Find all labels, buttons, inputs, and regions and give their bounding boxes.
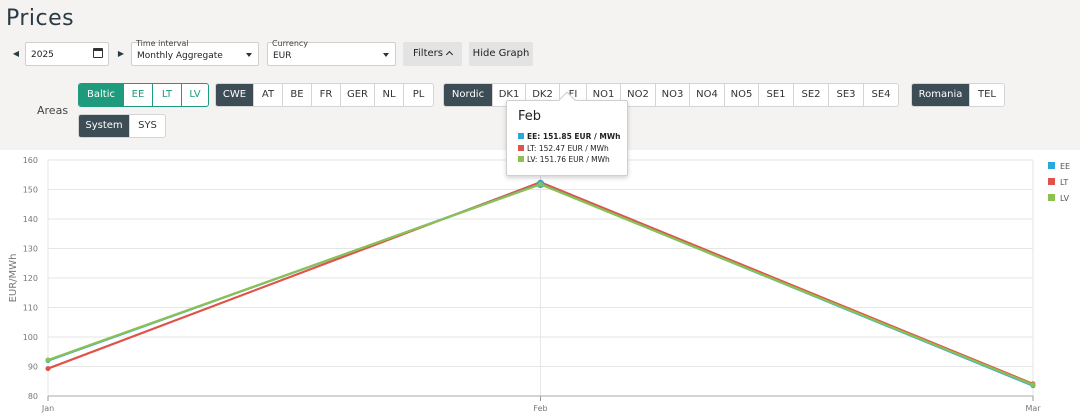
page-title: Prices — [6, 6, 75, 31]
area-button-baltic[interactable]: Baltic — [79, 84, 124, 106]
area-button-system[interactable]: System — [79, 115, 130, 137]
currency-label: Currency — [272, 39, 309, 48]
area-button-ee[interactable]: EE — [124, 84, 153, 106]
area-button-nl[interactable]: NL — [375, 84, 404, 106]
area-button-no5[interactable]: NO5 — [725, 84, 759, 106]
y-tick-label: 110 — [23, 304, 38, 313]
time-interval-select[interactable]: Time interval Monthly Aggregate — [131, 39, 259, 66]
tooltip-row-lt-text: LT: 152.47 EUR / MWh — [527, 144, 609, 153]
caret-right-icon[interactable]: ▶ — [115, 47, 127, 61]
tooltip-swatch-lt — [518, 145, 524, 151]
area-button-fr[interactable]: FR — [312, 84, 341, 106]
tooltip-swatch-ee — [518, 133, 524, 139]
time-interval-label: Time interval — [136, 39, 189, 48]
area-button-lt[interactable]: LT — [153, 84, 182, 106]
y-tick-label: 160 — [23, 156, 38, 165]
area-button-se2[interactable]: SE2 — [794, 84, 829, 106]
area-button-pl[interactable]: PL — [404, 84, 433, 106]
legend-label-lt[interactable]: LT — [1060, 178, 1068, 187]
x-tick-label: Feb — [533, 404, 547, 413]
calendar-icon[interactable] — [93, 48, 103, 58]
x-tick-label: Mar — [1025, 404, 1041, 413]
y-tick-label: 100 — [23, 333, 38, 342]
area-button-cwe[interactable]: CWE — [216, 84, 254, 106]
y-axis-label: EUR/MWh — [8, 254, 19, 303]
y-tick-label: 80 — [28, 392, 38, 401]
chevron-up-icon — [445, 50, 454, 59]
area-group-baltic: Baltic EE LT LV — [78, 83, 209, 107]
tooltip-title: Feb — [518, 109, 542, 124]
area-button-romania[interactable]: Romania — [912, 84, 970, 106]
area-button-lv[interactable]: LV — [182, 84, 208, 106]
tooltip-swatch-lv — [518, 156, 524, 162]
area-button-nordic[interactable]: Nordic — [444, 84, 493, 106]
hide-graph-button[interactable]: Hide Graph — [469, 42, 533, 66]
area-button-ger[interactable]: GER — [341, 84, 375, 106]
legend-label-ee[interactable]: EE — [1060, 162, 1070, 171]
area-group-romania: Romania TEL — [911, 83, 1005, 107]
y-tick-label: 140 — [23, 215, 38, 224]
area-button-no4[interactable]: NO4 — [690, 84, 725, 106]
x-tick-label: Jan — [41, 404, 54, 413]
areas-label: Areas — [37, 104, 69, 117]
tooltip-row-lt: LT: 152.47 EUR / MWh — [518, 144, 609, 153]
data-point-lv[interactable] — [45, 357, 51, 363]
chevron-down-icon — [246, 53, 252, 57]
y-tick-label: 90 — [28, 363, 38, 372]
filters-button[interactable]: Filters — [403, 42, 462, 66]
tooltip-row-lv-text: LV: 151.76 EUR / MWh — [527, 155, 610, 164]
x-axis-ticks: Jan Feb Mar — [41, 404, 1041, 413]
tooltip-row-ee: EE: 151.85 EUR / MWh — [518, 132, 620, 141]
area-button-se1[interactable]: SE1 — [759, 84, 794, 106]
area-group-system: System SYS — [78, 114, 166, 138]
time-interval-value: Monthly Aggregate — [137, 51, 223, 61]
caret-left-icon[interactable]: ◀ — [10, 47, 22, 61]
y-tick-label: 130 — [23, 245, 38, 254]
hide-graph-label: Hide Graph — [472, 48, 530, 59]
legend-swatch-lv[interactable] — [1048, 194, 1055, 201]
year-picker[interactable]: 2025 — [25, 42, 109, 66]
chart-tooltip: Feb EE: 151.85 EUR / MWh LT: 152.47 EUR … — [506, 91, 628, 176]
area-button-be[interactable]: BE — [283, 84, 312, 106]
currency-select[interactable]: Currency EUR — [267, 39, 396, 66]
data-point-lv[interactable] — [538, 181, 543, 187]
area-button-at[interactable]: AT — [254, 84, 283, 106]
tooltip-row-ee-text: EE: 151.85 EUR / MWh — [527, 132, 621, 141]
chart-legend: EE LT LV — [1048, 162, 1070, 203]
y-axis-ticks: 80 90 100 110 120 130 140 150 160 — [23, 156, 38, 401]
legend-swatch-ee[interactable] — [1048, 162, 1055, 169]
area-button-se4[interactable]: SE4 — [864, 84, 898, 106]
filters-label: Filters — [413, 48, 443, 59]
legend-label-lv[interactable]: LV — [1060, 194, 1070, 203]
area-group-cwe: CWE AT BE FR GER NL PL — [215, 83, 434, 107]
tooltip-row-lv: LV: 151.76 EUR / MWh — [518, 155, 610, 164]
y-tick-label: 120 — [23, 274, 38, 283]
area-button-se3[interactable]: SE3 — [829, 84, 864, 106]
area-button-sys[interactable]: SYS — [130, 115, 165, 137]
chart-grid — [47, 159, 1034, 401]
price-line-chart[interactable]: 80 90 100 110 120 130 140 150 160 Jan Feb Mar EUR/… — [0, 150, 1080, 417]
year-value: 2025 — [31, 50, 54, 60]
legend-swatch-lt[interactable] — [1048, 178, 1055, 185]
data-point-lv[interactable] — [1030, 382, 1036, 388]
data-point-lt[interactable] — [45, 366, 51, 372]
currency-value: EUR — [273, 51, 292, 61]
y-tick-label: 150 — [23, 186, 38, 195]
chevron-down-icon — [383, 53, 389, 57]
area-button-no3[interactable]: NO3 — [656, 84, 690, 106]
area-button-tel[interactable]: TEL — [970, 84, 1004, 106]
